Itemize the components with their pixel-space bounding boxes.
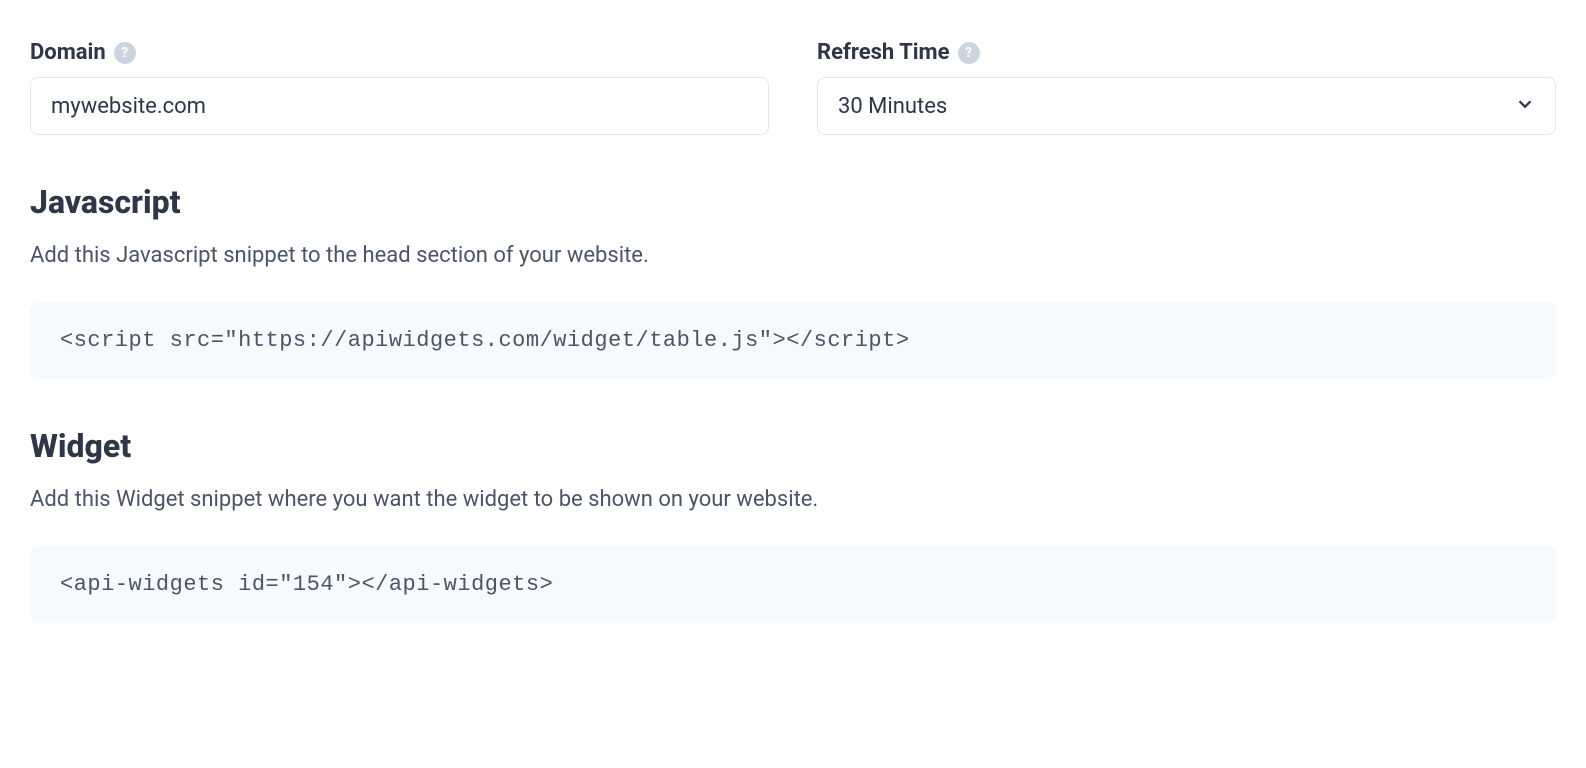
- widget-code-block[interactable]: <api-widgets id="154"></api-widgets>: [30, 546, 1556, 623]
- form-row: Domain ? Refresh Time ? 30 Minutes: [30, 40, 1556, 135]
- domain-label-row: Domain ?: [30, 40, 769, 65]
- javascript-heading: Javascript: [30, 183, 1556, 221]
- refresh-select[interactable]: 30 Minutes: [817, 77, 1556, 135]
- refresh-select-wrapper: 30 Minutes: [817, 77, 1556, 135]
- refresh-label: Refresh Time: [817, 40, 950, 65]
- domain-label: Domain: [30, 40, 106, 65]
- refresh-group: Refresh Time ? 30 Minutes: [817, 40, 1556, 135]
- widget-description: Add this Widget snippet where you want t…: [30, 485, 1556, 516]
- javascript-code-block[interactable]: <script src="https://apiwidgets.com/widg…: [30, 302, 1556, 379]
- help-icon[interactable]: ?: [114, 42, 136, 64]
- domain-input[interactable]: [30, 77, 769, 135]
- widget-heading: Widget: [30, 427, 1556, 465]
- refresh-label-row: Refresh Time ?: [817, 40, 1556, 65]
- domain-group: Domain ?: [30, 40, 769, 135]
- javascript-description: Add this Javascript snippet to the head …: [30, 241, 1556, 272]
- help-icon[interactable]: ?: [958, 42, 980, 64]
